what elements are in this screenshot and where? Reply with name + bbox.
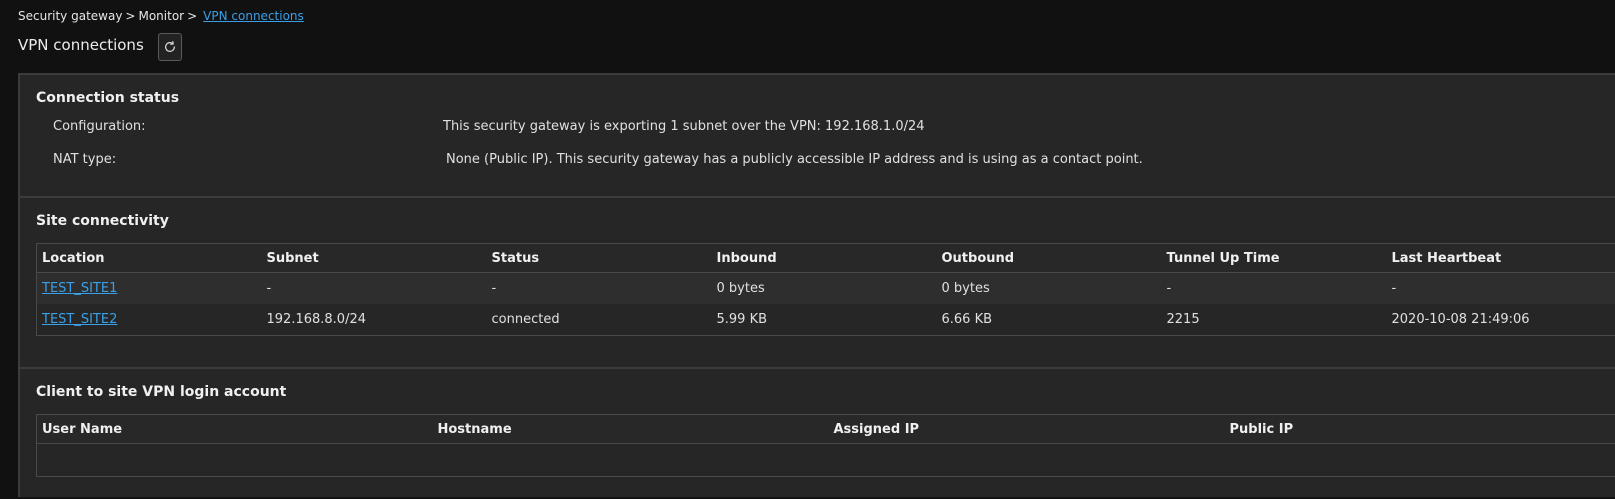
- cell-outbound: 0 bytes: [937, 273, 1162, 305]
- client-vpn-table: User Name Hostname Assigned IP Public IP: [36, 414, 1615, 477]
- column-header-last-heartbeat[interactable]: Last Heartbeat: [1387, 244, 1615, 273]
- table-row: TEST_SITE1 - - 0 bytes 0 bytes - -: [37, 273, 1615, 305]
- column-header-subnet[interactable]: Subnet: [262, 244, 487, 273]
- vpn-panel: Connection status Configuration: This se…: [18, 73, 1615, 497]
- column-header-assigned-ip[interactable]: Assigned IP: [829, 415, 1225, 444]
- cell-status: -: [487, 273, 712, 305]
- column-header-public-ip[interactable]: Public IP: [1225, 415, 1615, 444]
- column-header-inbound[interactable]: Inbound: [712, 244, 937, 273]
- client-vpn-title: Client to site VPN login account: [36, 384, 286, 400]
- table-empty-row: [37, 444, 1615, 477]
- connection-status-section: Connection status Configuration: This se…: [20, 75, 1615, 196]
- cell-tunnel-up-time: -: [1162, 273, 1387, 305]
- cell-location: TEST_SITE2: [37, 304, 262, 336]
- cell-status: connected: [487, 304, 712, 336]
- column-header-user-name[interactable]: User Name: [37, 415, 433, 444]
- site-connectivity-title: Site connectivity: [36, 213, 169, 229]
- site-connectivity-section: Site connectivity Location Subnet Status…: [20, 198, 1615, 368]
- refresh-icon: [163, 40, 177, 54]
- cell-last-heartbeat: -: [1387, 273, 1615, 305]
- site-connectivity-table: Location Subnet Status Inbound Outbound …: [36, 243, 1615, 336]
- breadcrumb-item-security-gateway[interactable]: Security gateway: [18, 9, 122, 23]
- cell-subnet: -: [262, 273, 487, 305]
- client-vpn-section: Client to site VPN login account User Na…: [20, 369, 1615, 499]
- column-header-tunnel-up-time[interactable]: Tunnel Up Time: [1162, 244, 1387, 273]
- page-title: VPN connections: [18, 36, 144, 54]
- cell-last-heartbeat: 2020-10-08 21:49:06: [1387, 304, 1615, 336]
- column-header-location[interactable]: Location: [37, 244, 262, 273]
- column-header-status[interactable]: Status: [487, 244, 712, 273]
- refresh-button[interactable]: [158, 33, 182, 61]
- breadcrumb-separator: >: [125, 9, 135, 23]
- cell-subnet: 192.168.8.0/24: [262, 304, 487, 336]
- site-link-test-site1[interactable]: TEST_SITE1: [42, 281, 117, 296]
- cell-inbound: 0 bytes: [712, 273, 937, 305]
- configuration-label: Configuration:: [53, 119, 146, 134]
- nat-type-value: None (Public IP). This security gateway …: [446, 152, 1143, 167]
- table-header-row: User Name Hostname Assigned IP Public IP: [37, 415, 1615, 444]
- breadcrumb: Security gateway>Monitor>VPN connections: [18, 9, 304, 23]
- breadcrumb-link-vpn-connections[interactable]: VPN connections: [203, 9, 304, 23]
- table-row: TEST_SITE2 192.168.8.0/24 connected 5.99…: [37, 304, 1615, 336]
- column-header-hostname[interactable]: Hostname: [433, 415, 829, 444]
- cell-location: TEST_SITE1: [37, 273, 262, 305]
- column-header-outbound[interactable]: Outbound: [937, 244, 1162, 273]
- configuration-value: This security gateway is exporting 1 sub…: [443, 119, 925, 134]
- breadcrumb-item-monitor[interactable]: Monitor: [138, 9, 184, 23]
- cell-outbound: 6.66 KB: [937, 304, 1162, 336]
- cell-tunnel-up-time: 2215: [1162, 304, 1387, 336]
- table-header-row: Location Subnet Status Inbound Outbound …: [37, 244, 1615, 273]
- site-link-test-site2[interactable]: TEST_SITE2: [42, 312, 117, 327]
- breadcrumb-separator: >: [187, 9, 197, 23]
- connection-status-title: Connection status: [36, 90, 179, 106]
- cell-inbound: 5.99 KB: [712, 304, 937, 336]
- nat-type-label: NAT type:: [53, 152, 116, 167]
